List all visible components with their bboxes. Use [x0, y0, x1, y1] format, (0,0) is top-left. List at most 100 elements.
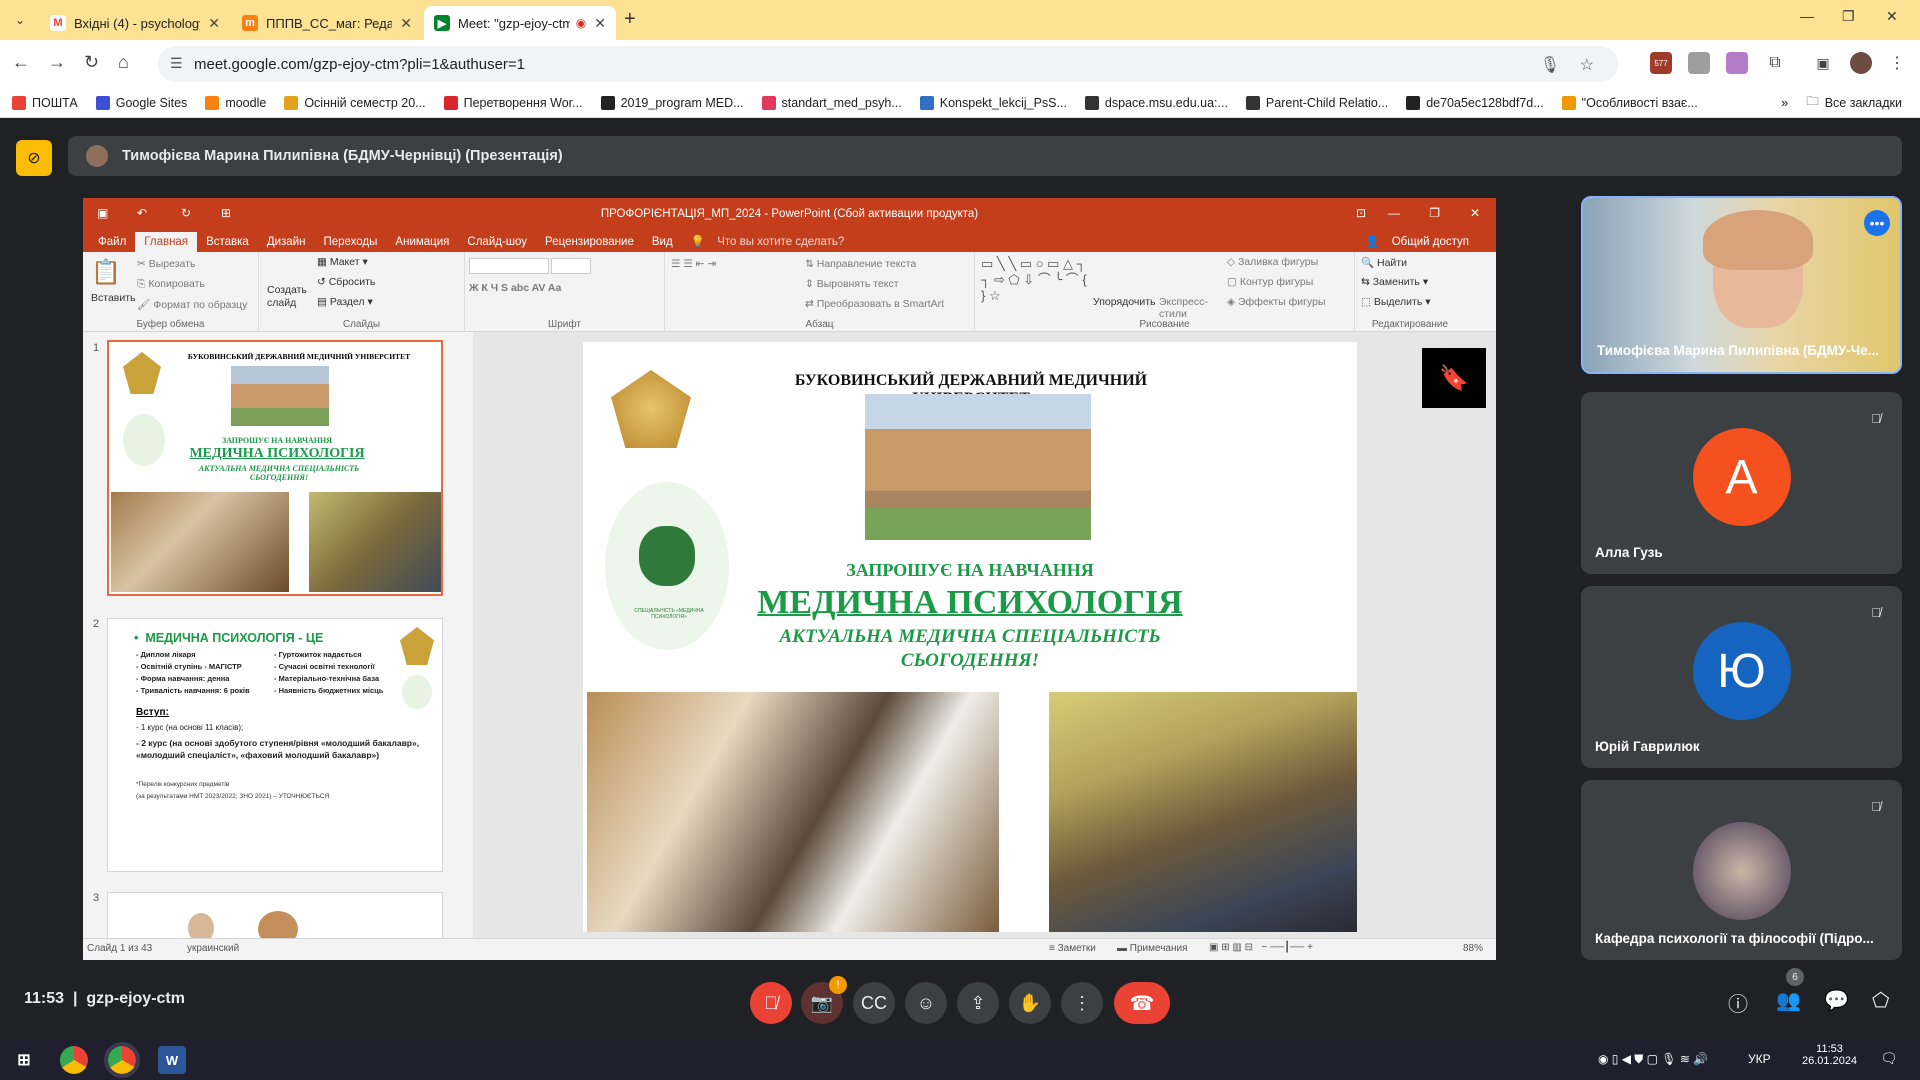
moodle-icon: m: [242, 15, 258, 31]
bookmark-item[interactable]: dspace.msu.edu.ua:...: [1084, 95, 1228, 110]
recording-icon: ◉: [575, 16, 587, 30]
tab-moodle[interactable]: m ПППВ_СС_маг: Редагування ✕: [232, 6, 422, 40]
participant-tile[interactable]: 🎙̸ Ю Юрій Гаврилюк: [1581, 586, 1902, 768]
participant-tile[interactable]: 🎙̸ Кафедра психології та філософії (Підр…: [1581, 780, 1902, 960]
windows-taskbar: ⊞ W ◉ ▯ ◀ ⛊ ▢ 🎙 ≋ 🔊 УКР 11:53 26.01.2024 …: [0, 1040, 1920, 1080]
microphone-icon[interactable]: 🎙: [1540, 55, 1560, 75]
share-button: 👤 Общий доступ: [1365, 236, 1469, 248]
tab-insert: Вставка: [206, 236, 249, 248]
avatar: Ю: [1692, 622, 1791, 720]
puzzle-icon[interactable]: ⧉: [1764, 52, 1786, 74]
tab-meet[interactable]: ▶ Meet: "gzp-ejoy-ctm" ◉ ✕: [424, 6, 616, 40]
people-icon[interactable]: 👥 6: [1776, 968, 1804, 1013]
tab-slideshow: Слайд-шоу: [467, 236, 528, 248]
profile-avatar[interactable]: [1850, 52, 1872, 74]
bookmark-item[interactable]: Parent-Child Relatio...: [1245, 95, 1388, 110]
activities-icon[interactable]: ⬠: [1872, 988, 1889, 1013]
bookmarks-bar: ПОШТА Google Sites moodle Осінній семестр 2…: [0, 88, 1920, 118]
tab-search-icon[interactable]: ⌄: [8, 8, 32, 32]
tell-me: 💡 Что вы хотите сделать?: [690, 236, 845, 248]
extension-icon[interactable]: [1688, 52, 1710, 74]
meeting-info-icon[interactable]: ⓘ: [1728, 988, 1748, 1017]
home-icon[interactable]: ⌂: [118, 52, 129, 73]
meet-control-bar: 11:53 | gzp-ejoy-ctm 🎙̸ 📷 ! CC ☺ ⇪ ✋ ⋮ ☎…: [0, 960, 1920, 1040]
photo-group-session: [309, 492, 441, 592]
bookmark-star-icon[interactable]: ☆: [1580, 55, 1594, 75]
chrome-active-icon[interactable]: [104, 1042, 140, 1078]
raise-hand-button[interactable]: ✋: [1009, 982, 1051, 1024]
extension-icon[interactable]: [1726, 52, 1748, 74]
university-emblem-icon: [611, 370, 691, 448]
tab-gmail[interactable]: M Вхідні (4) - psychology@bsmu.edu.ua ✕: [40, 6, 230, 40]
more-options-icon[interactable]: •••: [1864, 210, 1890, 236]
bookmark-item[interactable]: ПОШТА: [12, 95, 78, 110]
editing-group: 🔍 Найти ⇆ Заменить ▾ ⬚ Выделить ▾ Редакт…: [1361, 257, 1449, 330]
tray-icons: ◉ ▯ ◀ ⛊ ▢ 🎙 ≋ 🔊: [1598, 1052, 1709, 1066]
all-bookmarks-button[interactable]: 🗀 Все закладки: [1806, 92, 1902, 113]
bookmark-item[interactable]: 2019_program MED...: [600, 95, 744, 110]
tab-transitions: Переходы: [323, 236, 378, 248]
close-icon: ✕: [1469, 206, 1480, 220]
current-slide: БУКОВИНСЬКИЙ ДЕРЖАВНИЙ МЕДИЧНИЙ УНІВЕРСИ…: [583, 342, 1357, 932]
bookmarks-overflow-icon[interactable]: »: [1781, 96, 1788, 110]
browser-tab-strip: ⌄ M Вхідні (4) - psychology@bsmu.edu.ua …: [0, 0, 1920, 40]
drawing-group: ▭ ╲ ╲ ▭ ○ ▭ △ ┐ ┐ ⇨ ⬠ ⇩ ⌒ ╰ ⌒ { } ☆ Упор…: [975, 252, 1355, 332]
university-building-image: [865, 394, 1091, 540]
notifications-icon[interactable]: 🗨: [1880, 1050, 1898, 1067]
bookmark-item[interactable]: de70a5ec128bdf7d...: [1406, 95, 1544, 110]
emoji-button[interactable]: ☺: [905, 982, 947, 1024]
stop-presenting-icon[interactable]: ⊘: [16, 140, 52, 176]
tab-design: Дизайн: [266, 236, 306, 248]
windows-start-icon[interactable]: ⊞: [10, 1046, 38, 1074]
university-emblem-icon: [123, 352, 161, 394]
site-info-icon[interactable]: ☰: [170, 55, 183, 72]
extension-icon[interactable]: 577: [1650, 52, 1672, 74]
bookmark-item[interactable]: Осінній семестр 20...: [284, 95, 426, 110]
clock[interactable]: 11:53 26.01.2024: [1802, 1043, 1857, 1067]
word-icon[interactable]: W: [158, 1046, 186, 1074]
address-bar[interactable]: ☰ meet.google.com/gzp-ejoy-ctm?pli=1&aut…: [158, 46, 1618, 82]
slide-editing-area: БУКОВИНСЬКИЙ ДЕРЖАВНИЙ МЕДИЧНИЙ УНІВЕРСИ…: [473, 332, 1496, 938]
forward-icon[interactable]: →: [48, 52, 66, 73]
bookmark-item[interactable]: Перетворення Wor...: [443, 95, 583, 110]
reload-icon[interactable]: ↻: [84, 52, 99, 73]
photo-consultation: [587, 692, 999, 932]
close-icon[interactable]: ✕: [208, 15, 220, 32]
meet-stage: ⊘ Тимофієва Марина Пилипівна (БДМУ-Черні…: [0, 118, 1920, 1040]
microphone-off-button[interactable]: 🎙̸: [750, 982, 792, 1024]
side-panel-icon[interactable]: ▣: [1812, 52, 1834, 74]
browser-toolbar: ← → ↻ ⌂ ☰ meet.google.com/gzp-ejoy-ctm?p…: [0, 40, 1920, 88]
bookmark-item[interactable]: Google Sites: [95, 95, 187, 110]
new-tab-button[interactable]: +: [624, 8, 636, 31]
close-icon[interactable]: ✕: [400, 15, 412, 32]
leave-call-button[interactable]: ☎: [1114, 982, 1170, 1024]
bookmark-favicon-icon: [12, 95, 26, 110]
menu-icon[interactable]: ⋮: [1886, 52, 1908, 74]
restore-icon: ❐: [1429, 206, 1440, 220]
bookmark-item[interactable]: standart_med_psyh...: [761, 95, 902, 110]
shared-powerpoint-window: ▣ ↶ ↻ ⊞ ПРОФОРІЄНТАЦІЯ_МП_2024 - PowerPo…: [83, 198, 1496, 960]
present-screen-button[interactable]: ⇪: [957, 982, 999, 1024]
paste-icon: 📋: [91, 259, 121, 286]
back-icon[interactable]: ←: [12, 52, 30, 73]
chrome-icon[interactable]: [60, 1046, 88, 1074]
bookmark-favicon-icon: [205, 95, 220, 110]
minimize-button[interactable]: —: [1800, 8, 1814, 24]
avatar: А: [1692, 428, 1791, 526]
close-window-button[interactable]: ✕: [1886, 8, 1898, 25]
captions-button[interactable]: CC: [853, 982, 895, 1024]
camera-off-button[interactable]: 📷 !: [801, 976, 847, 1024]
participant-tile-presenter[interactable]: ••• Тимофієва Марина Пилипівна (БДМУ-Че.…: [1581, 196, 1902, 374]
more-options-button[interactable]: ⋮: [1061, 982, 1103, 1024]
close-icon[interactable]: ✕: [594, 15, 606, 32]
minimize-icon: —: [1388, 206, 1400, 220]
bookmark-favicon-icon: [1084, 95, 1099, 110]
restore-button[interactable]: ❐: [1842, 8, 1855, 25]
bookmark-item[interactable]: Konspekt_lekcij_PsS...: [919, 95, 1067, 110]
participant-tile[interactable]: 🎙̸ А Алла Гузь: [1581, 392, 1902, 574]
bookmark-item[interactable]: moodle: [205, 95, 266, 110]
bookmark-favicon-icon: [1561, 95, 1576, 110]
bookmark-item[interactable]: "Особливості взає...: [1561, 95, 1698, 110]
ppt-title-bar: ▣ ↶ ↻ ⊞ ПРОФОРІЄНТАЦІЯ_МП_2024 - PowerPo…: [83, 198, 1496, 230]
chat-icon[interactable]: 💬: [1824, 988, 1849, 1013]
